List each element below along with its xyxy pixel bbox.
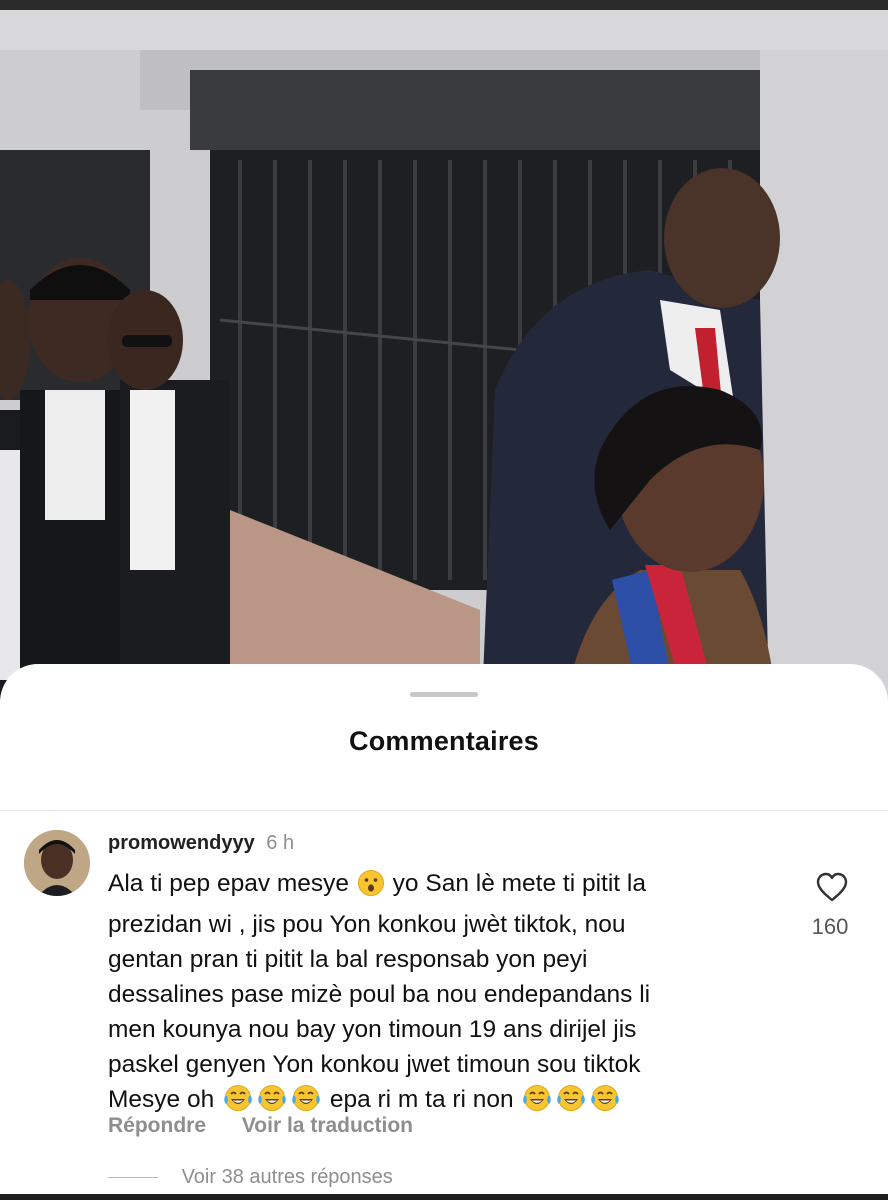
- comments-sheet: Commentaires promowendyyy 6 h Ala ti pep…: [0, 664, 888, 1194]
- replies-divider: [108, 1177, 158, 1179]
- comment-text-segment: men kounya nou bay yon timoun 19 ans dir…: [108, 1016, 637, 1043]
- comment-text-segment: yo San lè mete ti pitit la: [385, 870, 646, 897]
- comment-item: promowendyyy 6 h Ala ti pep epav mesye y…: [0, 824, 888, 1194]
- comment-text-segment: Ala ti pep epav mesye: [108, 870, 356, 897]
- tears-of-joy-icon: [521, 1083, 553, 1123]
- comment-text-segment: paskel genyen Yon konkou jwet timoun sou…: [108, 1051, 641, 1078]
- comment-line: paskel genyen Yon konkou jwet timoun sou…: [108, 1047, 788, 1082]
- comment-text-segment: epa ri m ta ri non: [323, 1086, 521, 1113]
- comment-line: gentan pran ti pitit la bal responsab yo…: [108, 942, 788, 977]
- comment-time: 6 h: [266, 832, 295, 854]
- comment-text-segment: Mesye oh: [108, 1086, 222, 1113]
- like-button[interactable]: [810, 872, 854, 907]
- tears-of-joy-icon: [555, 1083, 587, 1123]
- status-bar: [0, 0, 888, 10]
- translate-button[interactable]: Voir la traduction: [242, 1114, 413, 1137]
- comment-line: prezidan wi , jis pou Yon konkou jwèt ti…: [108, 907, 788, 942]
- divider: [0, 810, 888, 811]
- comment-line: men kounya nou bay yon timoun 19 ans dir…: [108, 1012, 788, 1047]
- sheet-title: Commentaires: [349, 726, 539, 756]
- drag-handle[interactable]: [410, 692, 478, 697]
- comment-text-segment: dessalines pase mizè poul ba nou endepan…: [108, 981, 651, 1008]
- reply-button[interactable]: Répondre: [108, 1114, 206, 1137]
- comment-line: dessalines pase mizè poul ba nou endepan…: [108, 977, 788, 1012]
- comment-username[interactable]: promowendyyy: [108, 832, 255, 854]
- comment-actions: Répondre Voir la traduction: [108, 1114, 443, 1138]
- more-replies-label: Voir 38 autres réponses: [181, 1166, 393, 1188]
- tears-of-joy-icon: [589, 1083, 621, 1123]
- comment-text: Ala ti pep epav mesye yo San lè mete ti …: [108, 866, 788, 1123]
- surprised-face-icon: [357, 869, 385, 907]
- comment-text-segment: gentan pran ti pitit la bal responsab yo…: [108, 946, 588, 973]
- heart-outline-icon: [815, 872, 849, 906]
- bottom-edge: [0, 1194, 888, 1200]
- comment-header: promowendyyy 6 h: [108, 832, 294, 855]
- comment-text-segment: prezidan wi , jis pou Yon konkou jwèt ti…: [108, 911, 626, 938]
- comment-line: Ala ti pep epav mesye yo San lè mete ti …: [108, 866, 788, 907]
- view-more-replies[interactable]: Voir 38 autres réponses: [108, 1166, 393, 1189]
- user-avatar[interactable]: [24, 830, 90, 896]
- like-count: 160: [811, 914, 849, 939]
- post-photo: [0, 10, 888, 750]
